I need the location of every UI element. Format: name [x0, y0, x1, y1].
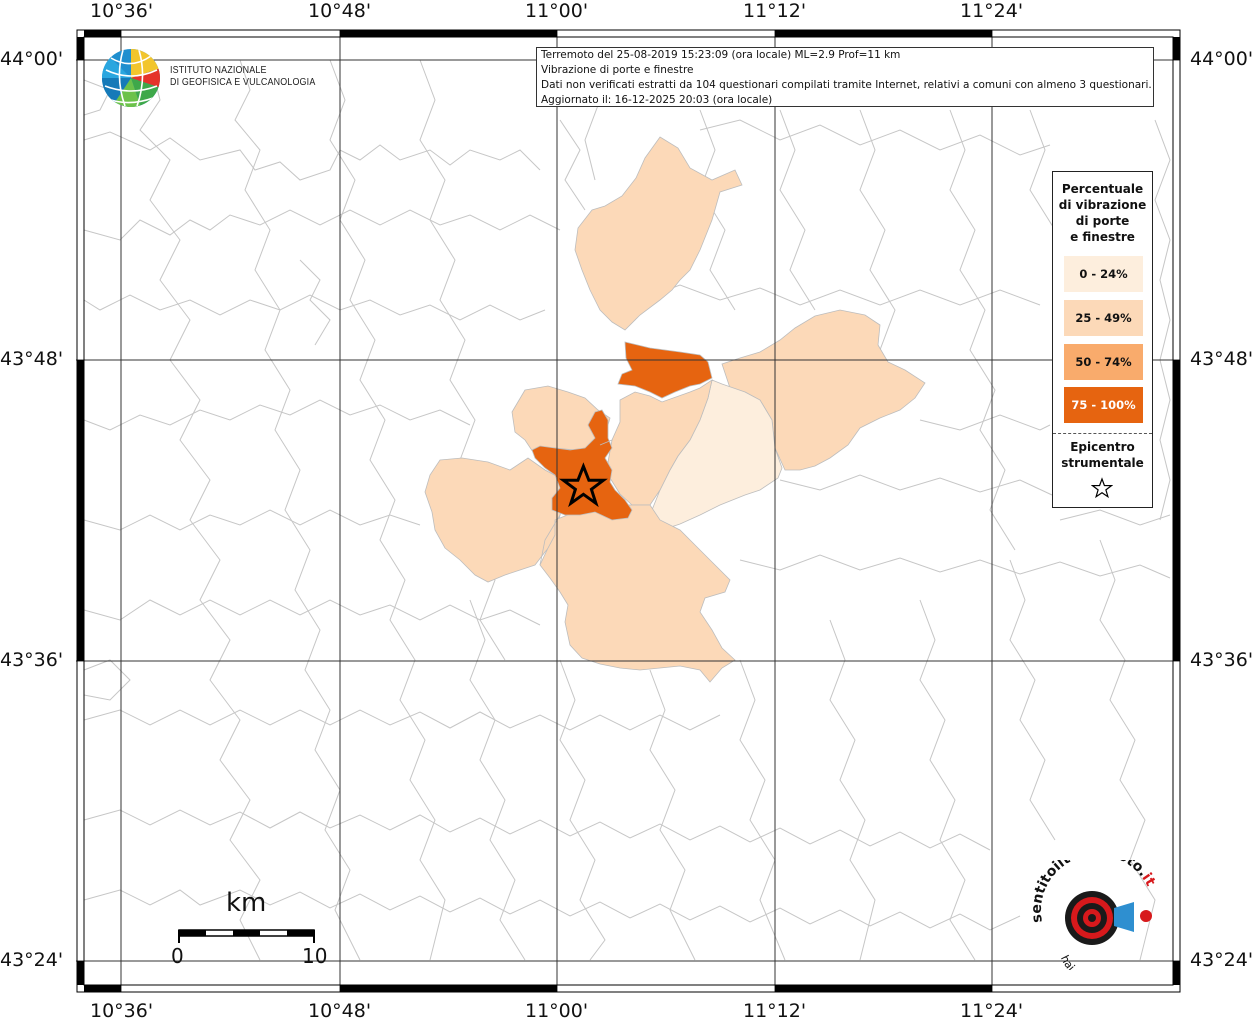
scale-bar [178, 929, 315, 943]
lon-tick-bottom: 11°24' [960, 1000, 1024, 1022]
lat-tick-right: 43°48' [1190, 348, 1254, 370]
lon-tick-top: 11°12' [743, 0, 807, 22]
legend-epicenter-line: Epicentro [1070, 440, 1135, 454]
lat-tick-right: 43°36' [1190, 649, 1254, 671]
event-info-line: Vibrazione di porte e finestre [541, 64, 694, 76]
legend-epicenter-label: Epicentro strumentale [1053, 439, 1152, 471]
lon-tick-bottom: 10°36' [90, 1000, 154, 1022]
ingv-globe-icon [102, 49, 160, 107]
legend-class-0-24: 0 - 24% [1064, 256, 1143, 292]
lat-tick-left: 44°00' [0, 48, 64, 70]
municipality-south [539, 504, 736, 683]
lat-tick-left: 43°48' [0, 348, 64, 370]
event-info-line: Aggiornato il: 16-12-2025 20:03 (ora loc… [541, 94, 773, 106]
lon-tick-top: 11°00' [525, 0, 589, 22]
event-info-line: Dati non verificati estratti da 104 ques… [541, 79, 1152, 91]
scale-start: 0 [171, 944, 184, 968]
legend-title: Percentuale di vibrazione di porte e fin… [1053, 181, 1152, 245]
ingv-name-line: ISTITUTO NAZIONALE [170, 64, 267, 76]
legend-class-25-49: 25 - 49% [1064, 300, 1143, 336]
legend-title-line: Percentuale [1061, 182, 1144, 196]
ingv-name-line: DI GEOFISICA E VULCANOLOGIA [170, 76, 316, 88]
legend-divider [1053, 433, 1152, 434]
legend-class-50-74: 50 - 74% [1064, 344, 1143, 380]
lat-tick-left: 43°36' [0, 649, 64, 671]
lon-tick-top: 10°48' [308, 0, 372, 22]
legend-title-line: di porte [1075, 214, 1130, 228]
event-info-box: Terremoto del 25-08-2019 15:23:09 (ora l… [536, 47, 1154, 107]
legend-star-icon [1091, 477, 1113, 499]
lon-tick-top: 11°24' [960, 0, 1024, 22]
lat-tick-right: 43°24' [1190, 949, 1254, 971]
legend: Percentuale di vibrazione di porte e fin… [1052, 171, 1153, 508]
scale-unit: km [226, 888, 267, 918]
event-info-line: Terremoto del 25-08-2019 15:23:09 (ora l… [541, 49, 901, 61]
legend-title-line: e finestre [1070, 230, 1135, 244]
municipality-north [574, 136, 743, 331]
lon-tick-top: 10°36' [90, 0, 154, 22]
haisentito-logo-icon: sentitoilterremoto.it hai www. [1030, 860, 1158, 970]
legend-epicenter-line: strumentale [1061, 456, 1144, 470]
haisentito-logo-subtext: hai www. [1058, 953, 1100, 970]
legend-title-line: di vibrazione [1058, 198, 1147, 212]
ingv-name: ISTITUTO NAZIONALE DI GEOFISICA E VULCAN… [170, 64, 315, 88]
shaded-municipalities [424, 136, 926, 683]
lat-tick-right: 44°00' [1190, 48, 1254, 70]
scale-end: 10 [302, 944, 328, 968]
lon-tick-bottom: 10°48' [308, 1000, 372, 1022]
lon-tick-bottom: 11°00' [525, 1000, 589, 1022]
lon-tick-bottom: 11°12' [743, 1000, 807, 1022]
lat-tick-left: 43°24' [0, 949, 64, 971]
legend-class-75-100: 75 - 100% [1064, 387, 1143, 423]
